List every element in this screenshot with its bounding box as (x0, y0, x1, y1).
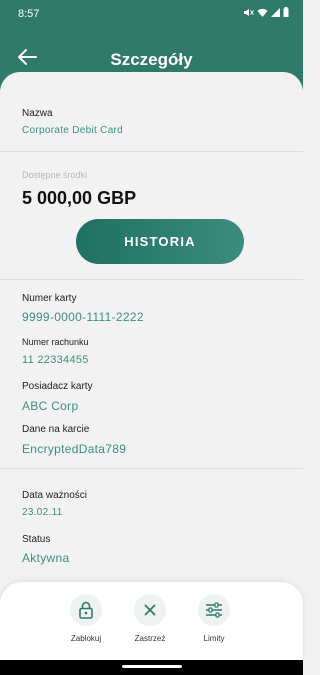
account-number-value: 11 22334455 (22, 354, 89, 366)
block-card-button[interactable]: Zablokuj (56, 594, 116, 643)
status-icons (243, 7, 289, 17)
divider (0, 151, 303, 152)
available-funds-label: Dostępne środki (22, 170, 88, 180)
close-icon (144, 604, 156, 616)
sliders-icon (206, 602, 222, 618)
page-title: Szczegóły (110, 50, 193, 69)
system-nav-bar (0, 660, 303, 675)
card-number-value: 9999-0000-1111-2222 (22, 310, 144, 324)
limits-button[interactable]: Limity (184, 594, 244, 643)
account-number-label: Numer rachunku (22, 337, 89, 347)
block-card-icon-circle (70, 594, 102, 626)
mute-icon (244, 8, 254, 16)
limits-label: Limity (203, 634, 225, 643)
card-holder-label: Posiadacz karty (22, 381, 93, 392)
wifi-icon (257, 8, 268, 17)
restrict-card-label: Zastrzeż (134, 634, 166, 643)
lock-icon (79, 601, 93, 619)
history-button[interactable]: HISTORIA (76, 219, 244, 264)
signal-icon (271, 7, 280, 17)
status-label: Status (22, 534, 51, 545)
status-value: Aktywna (22, 551, 70, 565)
card-name-value: Corporate Debit Card (22, 125, 124, 136)
card-number-label: Numer karty (22, 293, 77, 304)
limits-icon-circle (198, 594, 230, 626)
divider (0, 468, 303, 469)
home-indicator[interactable] (122, 665, 182, 668)
card-name-label: Nazwa (22, 108, 53, 119)
available-funds-value: 5 000,00 GBP (22, 188, 137, 208)
divider (0, 279, 303, 280)
expiry-value: 23.02.11 (22, 507, 63, 518)
status-bar: 8:57 (0, 0, 303, 28)
action-bar: Zablokuj Zastrzeż Limity (0, 582, 303, 660)
card-holder-value: ABC Corp (22, 399, 79, 413)
restrict-card-button[interactable]: Zastrzeż (120, 594, 180, 643)
restrict-card-icon-circle (134, 594, 166, 626)
card-data-label: Dane na karcie (22, 424, 90, 435)
card-data-value: EncryptedData789 (22, 442, 127, 456)
block-card-label: Zablokuj (70, 634, 102, 643)
status-time: 8:57 (18, 8, 40, 20)
expiry-label: Data ważności (22, 490, 88, 501)
battery-icon (283, 7, 289, 17)
